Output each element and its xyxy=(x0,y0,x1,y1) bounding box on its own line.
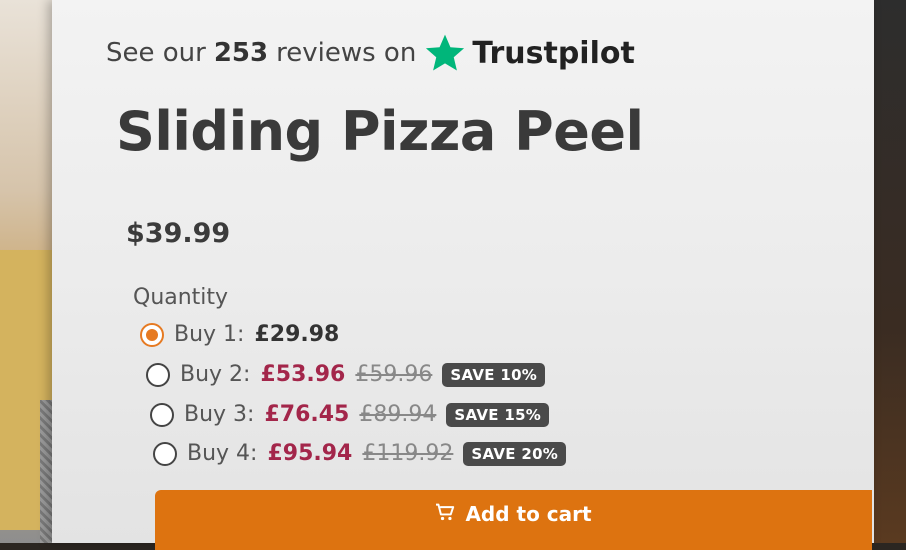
trustpilot-brand: Trustpilot xyxy=(472,35,635,71)
option-price: £53.96 xyxy=(260,362,346,387)
quantity-label: Quantity xyxy=(133,285,229,310)
radio-unselected-icon[interactable] xyxy=(150,402,174,427)
save-badge: SAVE 20% xyxy=(463,441,567,466)
save-badge: SAVE 15% xyxy=(446,402,550,427)
option-label: Buy 2: xyxy=(180,362,251,387)
quantity-option-2[interactable]: Buy 2: £53.96 £59.96 SAVE 10% xyxy=(146,362,546,387)
quantity-option-3[interactable]: Buy 3: £76.45 £89.94 SAVE 15% xyxy=(150,402,550,427)
quantity-option-1[interactable]: Buy 1: £29.98 xyxy=(140,322,339,347)
option-label: Buy 4: xyxy=(187,441,258,466)
option-label: Buy 3: xyxy=(184,402,255,427)
add-to-cart-label: Add to cart xyxy=(465,502,592,526)
option-label: Buy 1: xyxy=(174,322,245,347)
trustpilot-star-icon xyxy=(424,32,466,74)
quantity-option-4[interactable]: Buy 4: £95.94 £119.92 SAVE 20% xyxy=(153,441,567,466)
dark-photo-edge xyxy=(872,0,906,543)
product-title: Sliding Pizza Peel xyxy=(116,100,644,163)
radio-unselected-icon[interactable] xyxy=(146,362,170,387)
add-to-cart-button[interactable]: Add to cart xyxy=(155,490,872,550)
option-old-price: £59.96 xyxy=(355,362,433,387)
option-price: £95.94 xyxy=(267,441,353,466)
reviews-prefix: See our xyxy=(106,38,206,68)
option-old-price: £89.94 xyxy=(359,402,437,427)
option-price: £29.98 xyxy=(254,322,340,347)
option-price: £76.45 xyxy=(264,402,350,427)
save-badge: SAVE 10% xyxy=(442,362,546,387)
option-old-price: £119.92 xyxy=(362,441,454,466)
radio-selected-icon[interactable] xyxy=(140,322,164,347)
radio-unselected-icon[interactable] xyxy=(153,441,177,466)
cart-icon xyxy=(435,502,455,526)
reviews-count: 253 xyxy=(213,38,269,68)
trustpilot-reviews-link[interactable]: See our 253 reviews on Trustpilot xyxy=(106,30,635,76)
reviews-suffix: reviews on xyxy=(276,38,417,68)
product-price: $39.99 xyxy=(126,218,231,249)
